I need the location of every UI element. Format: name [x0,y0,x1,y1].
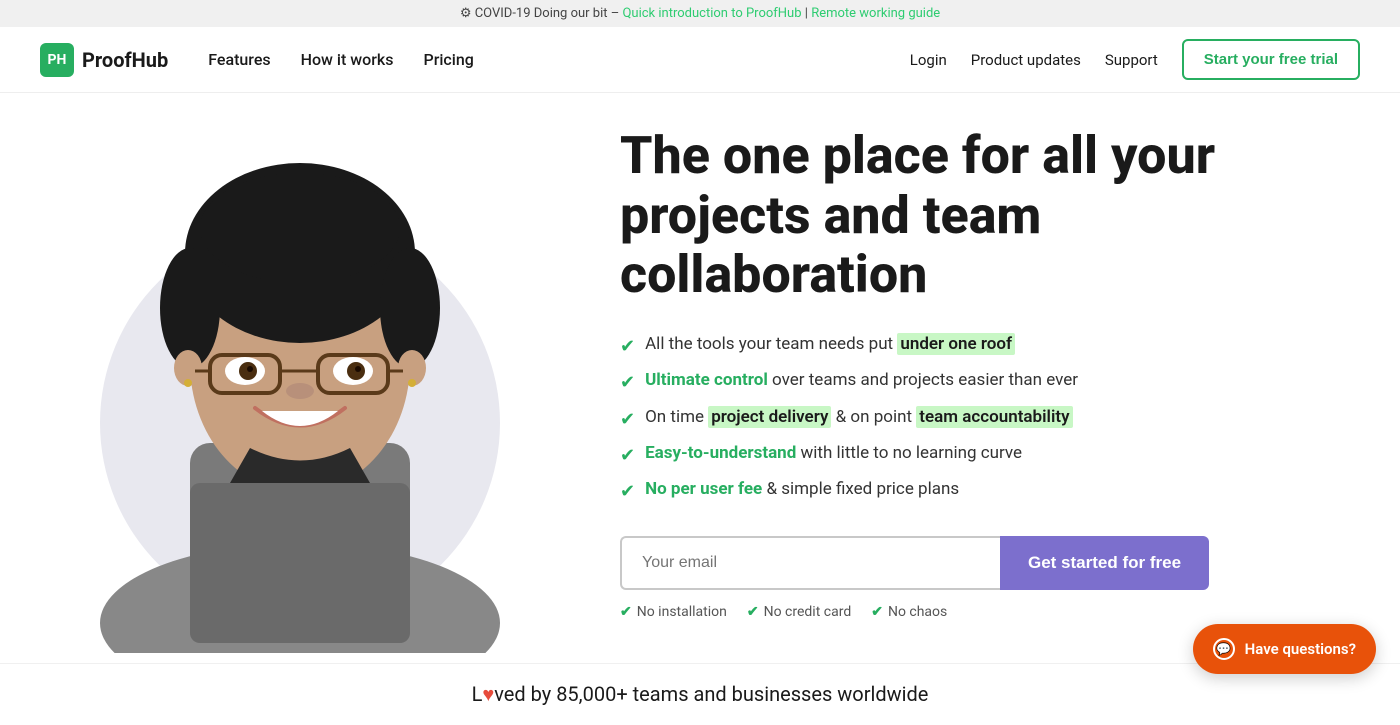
gear-icon: ⚙ [460,6,472,21]
nav-right: Login Product updates Support Start your… [910,39,1360,80]
hero-image-wrap [40,123,560,653]
banner-link2[interactable]: Remote working guide [811,6,940,21]
nav-login[interactable]: Login [910,51,947,69]
hero-person [90,133,510,653]
list-item: ✔ On time project delivery & on point te… [620,406,1360,432]
chat-bubble[interactable]: 💬 Have questions? [1193,624,1376,674]
cta-row: Get started for free [620,536,1360,590]
nav-pricing[interactable]: Pricing [423,50,473,69]
list-item: ✔ All the tools your team needs put unde… [620,333,1360,359]
banner-prefix: COVID-19 Doing our bit – [475,6,620,21]
highlight-easy-to-understand: Easy-to-understand [645,443,796,463]
check-mark-icon: ✔ [871,604,883,620]
check-icon: ✔ [620,370,635,395]
list-item: ✔ No per user fee & simple fixed price p… [620,478,1360,504]
logo-text: ProofHub [82,48,168,72]
logo-icon: PH [40,43,74,77]
hero-title: The one place for all your projects and … [620,126,1360,305]
nav-features[interactable]: Features [208,50,270,69]
sub-check-no-credit-card: ✔ No credit card [747,604,851,620]
top-banner: ⚙ COVID-19 Doing our bit – Quick introdu… [0,0,1400,27]
list-item: ✔ Ultimate control over teams and projec… [620,369,1360,395]
hero-content: The one place for all your projects and … [560,126,1360,650]
nav-product-updates[interactable]: Product updates [971,51,1081,69]
email-input[interactable] [620,536,1000,590]
check-mark-icon: ✔ [620,604,632,620]
banner-link1[interactable]: Quick introduction to ProofHub [622,6,801,21]
check-icon: ✔ [620,479,635,504]
list-item: ✔ Easy-to-understand with little to no l… [620,442,1360,468]
highlight-project-delivery: project delivery [708,406,831,428]
bottom-text: L♥ved by 85,000+ teams and businesses wo… [472,682,929,706]
sub-check-no-chaos: ✔ No chaos [871,604,947,620]
nav-links: Features How it works Pricing [208,50,910,69]
highlight-team-accountability: team accountability [916,406,1072,428]
chat-icon: 💬 [1213,638,1235,660]
start-trial-button[interactable]: Start your free trial [1182,39,1360,80]
feature-list: ✔ All the tools your team needs put unde… [620,333,1360,504]
check-icon: ✔ [620,443,635,468]
sub-checks: ✔ No installation ✔ No credit card ✔ No … [620,604,1360,620]
hero-section: The one place for all your projects and … [0,93,1400,663]
check-icon: ✔ [620,407,635,432]
nav-support[interactable]: Support [1105,51,1158,69]
bottom-banner: L♥ved by 85,000+ teams and businesses wo… [0,663,1400,725]
sub-check-no-installation: ✔ No installation [620,604,727,620]
person-illustration [90,133,510,653]
highlight-ultimate-control: Ultimate control [645,370,768,390]
highlight-no-per-user-fee: No per user fee [645,479,762,499]
check-mark-icon: ✔ [747,604,759,620]
nav-how-it-works[interactable]: How it works [301,50,394,69]
check-icon: ✔ [620,334,635,359]
heart-icon: ♥ [482,682,494,706]
logo-link[interactable]: PH ProofHub [40,43,168,77]
banner-separator: | [805,6,808,21]
chat-label: Have questions? [1245,640,1356,658]
highlight-under-one-roof: under one roof [897,333,1015,355]
navbar: PH ProofHub Features How it works Pricin… [0,27,1400,93]
get-started-button[interactable]: Get started for free [1000,536,1209,590]
